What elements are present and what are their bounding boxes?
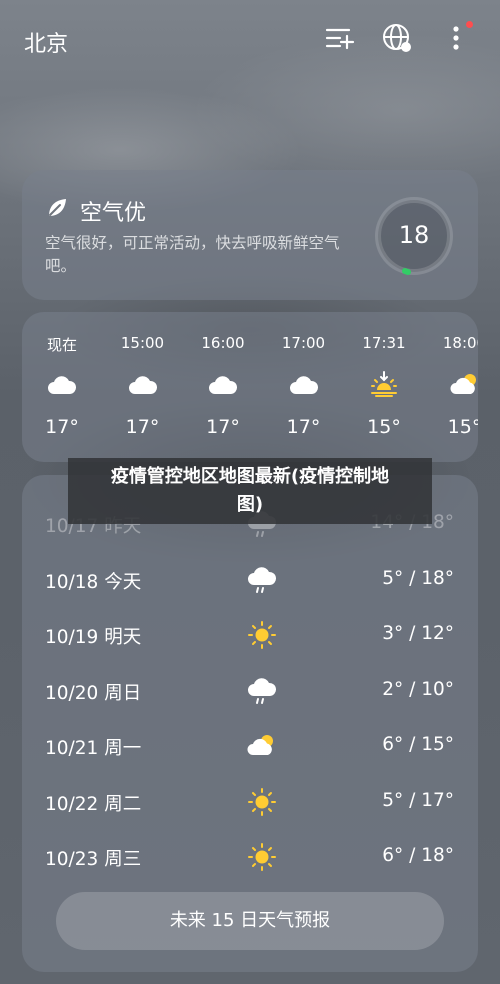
hourly-time: 15:00 <box>120 334 165 352</box>
notification-dot <box>466 21 473 28</box>
daily-temp-range: 5° / 17° <box>382 789 454 811</box>
cloudy-icon <box>46 370 78 398</box>
daily-date: 10/21 周一 <box>45 738 142 759</box>
daily-row[interactable]: 10/20 周日 2° / 10° <box>22 663 478 719</box>
sunny-icon <box>246 787 278 817</box>
leaf-icon <box>49 199 66 216</box>
daily-date: 10/19 明天 <box>45 627 142 648</box>
hourly-item: 18:00 15° <box>425 312 479 462</box>
add-city-icon[interactable] <box>323 22 355 54</box>
hourly-temp: 17° <box>206 416 240 438</box>
hourly-item: 17:31 15° <box>344 312 424 462</box>
cloudy-icon <box>127 370 159 398</box>
hourly-time: 现在 <box>46 336 77 354</box>
air-quality-title: 空气优 <box>80 201 147 226</box>
hourly-time: 18:00 <box>442 334 478 352</box>
air-quality-description: 空气很好，可正常活动，快去呼吸新鲜空气吧。 <box>45 234 340 275</box>
banner-line-1: 疫情管控地区地图最新(疫情控制地 <box>110 466 390 487</box>
hourly-temp: 17° <box>45 416 79 438</box>
partly-cloudy-icon <box>246 731 278 761</box>
daily-row[interactable]: 10/19 明天 3° / 12° <box>22 607 478 663</box>
hourly-item: 16:00 17° <box>183 312 263 462</box>
hourly-time: 16:00 <box>201 334 245 352</box>
hourly-temp: 15° <box>447 416 478 438</box>
rain-icon <box>246 676 278 706</box>
hourly-item: 15:00 17° <box>103 312 183 462</box>
sunny-icon <box>246 842 278 872</box>
banner-line-2: 图) <box>236 494 264 515</box>
top-bar: 北京 <box>0 0 500 78</box>
daily-row[interactable]: 10/21 周一 6° / 15° <box>22 718 478 774</box>
daily-row[interactable]: 10/18 今天 5° / 18° <box>22 552 478 608</box>
sunset-icon <box>368 370 400 398</box>
daily-date: 10/18 今天 <box>45 571 142 593</box>
forecast-15-day-button[interactable]: 未来 15 日天气预报 <box>56 892 444 950</box>
rain-icon <box>246 565 278 595</box>
daily-date: 10/23 周三 <box>45 849 142 870</box>
daily-temp-range: 3° / 12° <box>382 623 454 644</box>
hourly-time: 17:00 <box>281 334 326 352</box>
daily-row[interactable]: 10/23 周三 6° / 18° <box>22 829 478 885</box>
hourly-temp: 17° <box>125 416 160 438</box>
hourly-temp: 15° <box>367 416 401 438</box>
daily-temp-range: 6° / 15° <box>382 734 454 755</box>
daily-row[interactable]: 10/22 周二 5° / 17° <box>22 774 478 830</box>
hourly-forecast-card[interactable]: 现在 17° 15:00 17° 16:00 17° 17:00 17° 17:31 15° 18:… <box>22 312 478 462</box>
daily-temp-range: 2° / 10° <box>382 678 454 700</box>
hourly-item: 现在 17° <box>22 312 102 462</box>
daily-date: 10/20 周日 <box>45 682 142 704</box>
air-quality-value: 18 <box>398 221 430 249</box>
cloudy-icon <box>207 370 239 398</box>
daily-temp-range: 6° / 18° <box>382 845 454 866</box>
globe-location-icon[interactable] <box>381 22 413 54</box>
hourly-time: 17:31 <box>362 334 406 352</box>
city-name[interactable]: 北京 <box>24 26 68 58</box>
hourly-item: 17:00 17° <box>264 312 344 462</box>
news-banner[interactable]: 疫情管控地区地图最新(疫情控制地 图) <box>68 458 432 524</box>
sunny-icon <box>246 620 278 650</box>
cloudy-icon <box>288 370 320 398</box>
partly-cloudy-icon <box>449 370 479 398</box>
hourly-temp: 17° <box>286 416 321 438</box>
daily-date: 10/22 周二 <box>45 793 142 815</box>
daily-temp-range: 5° / 18° <box>382 567 454 589</box>
